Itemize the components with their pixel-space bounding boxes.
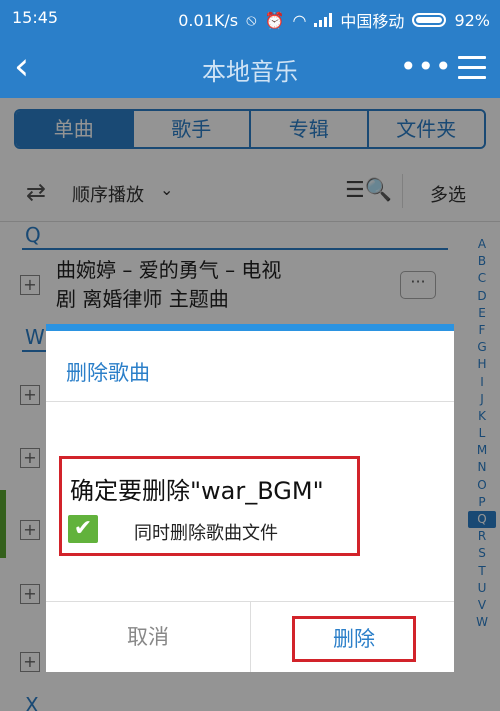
dialog-divider	[46, 401, 454, 402]
title-bar: ‹ 本地音乐 •••	[0, 36, 500, 98]
status-bar: 15:45 0.01K/s ⦸ ⏰ ◠ 中国移动 92%	[0, 0, 500, 36]
delete-file-checkbox[interactable]: ✔	[68, 515, 98, 543]
cancel-button[interactable]: 取消	[46, 602, 250, 672]
carrier-label: 中国移动	[340, 12, 405, 31]
delete-song-dialog: 删除歌曲 确定要删除"war_BGM" ✔ 同时删除歌曲文件 取消 删除	[46, 324, 454, 672]
battery-label: 92%	[454, 10, 490, 30]
dialog-title: 删除歌曲	[66, 361, 150, 385]
battery-icon	[412, 13, 447, 27]
confirm-message: 确定要删除"war_BGM"	[70, 477, 324, 505]
status-time: 15:45	[12, 8, 59, 27]
alarm-icon: ⏰	[264, 10, 285, 30]
wifi-icon: ◠	[292, 10, 307, 30]
network-speed: 0.01K/s	[178, 10, 239, 30]
status-right: 0.01K/s ⦸ ⏰ ◠ 中国移动 92%	[178, 8, 490, 32]
checkmark-icon: ✔	[73, 516, 93, 541]
menu-icon[interactable]	[458, 56, 486, 86]
confirm-highlight-box: 确定要删除"war_BGM" ✔ 同时删除歌曲文件	[59, 456, 360, 556]
mute-icon: ⦸	[246, 10, 257, 29]
delete-button[interactable]: 删除	[292, 616, 416, 662]
signal-icon	[314, 13, 333, 27]
more-dots-icon[interactable]: •••	[400, 50, 453, 83]
footer-vertical-divider	[250, 601, 251, 672]
delete-file-label[interactable]: 同时删除歌曲文件	[134, 519, 278, 545]
